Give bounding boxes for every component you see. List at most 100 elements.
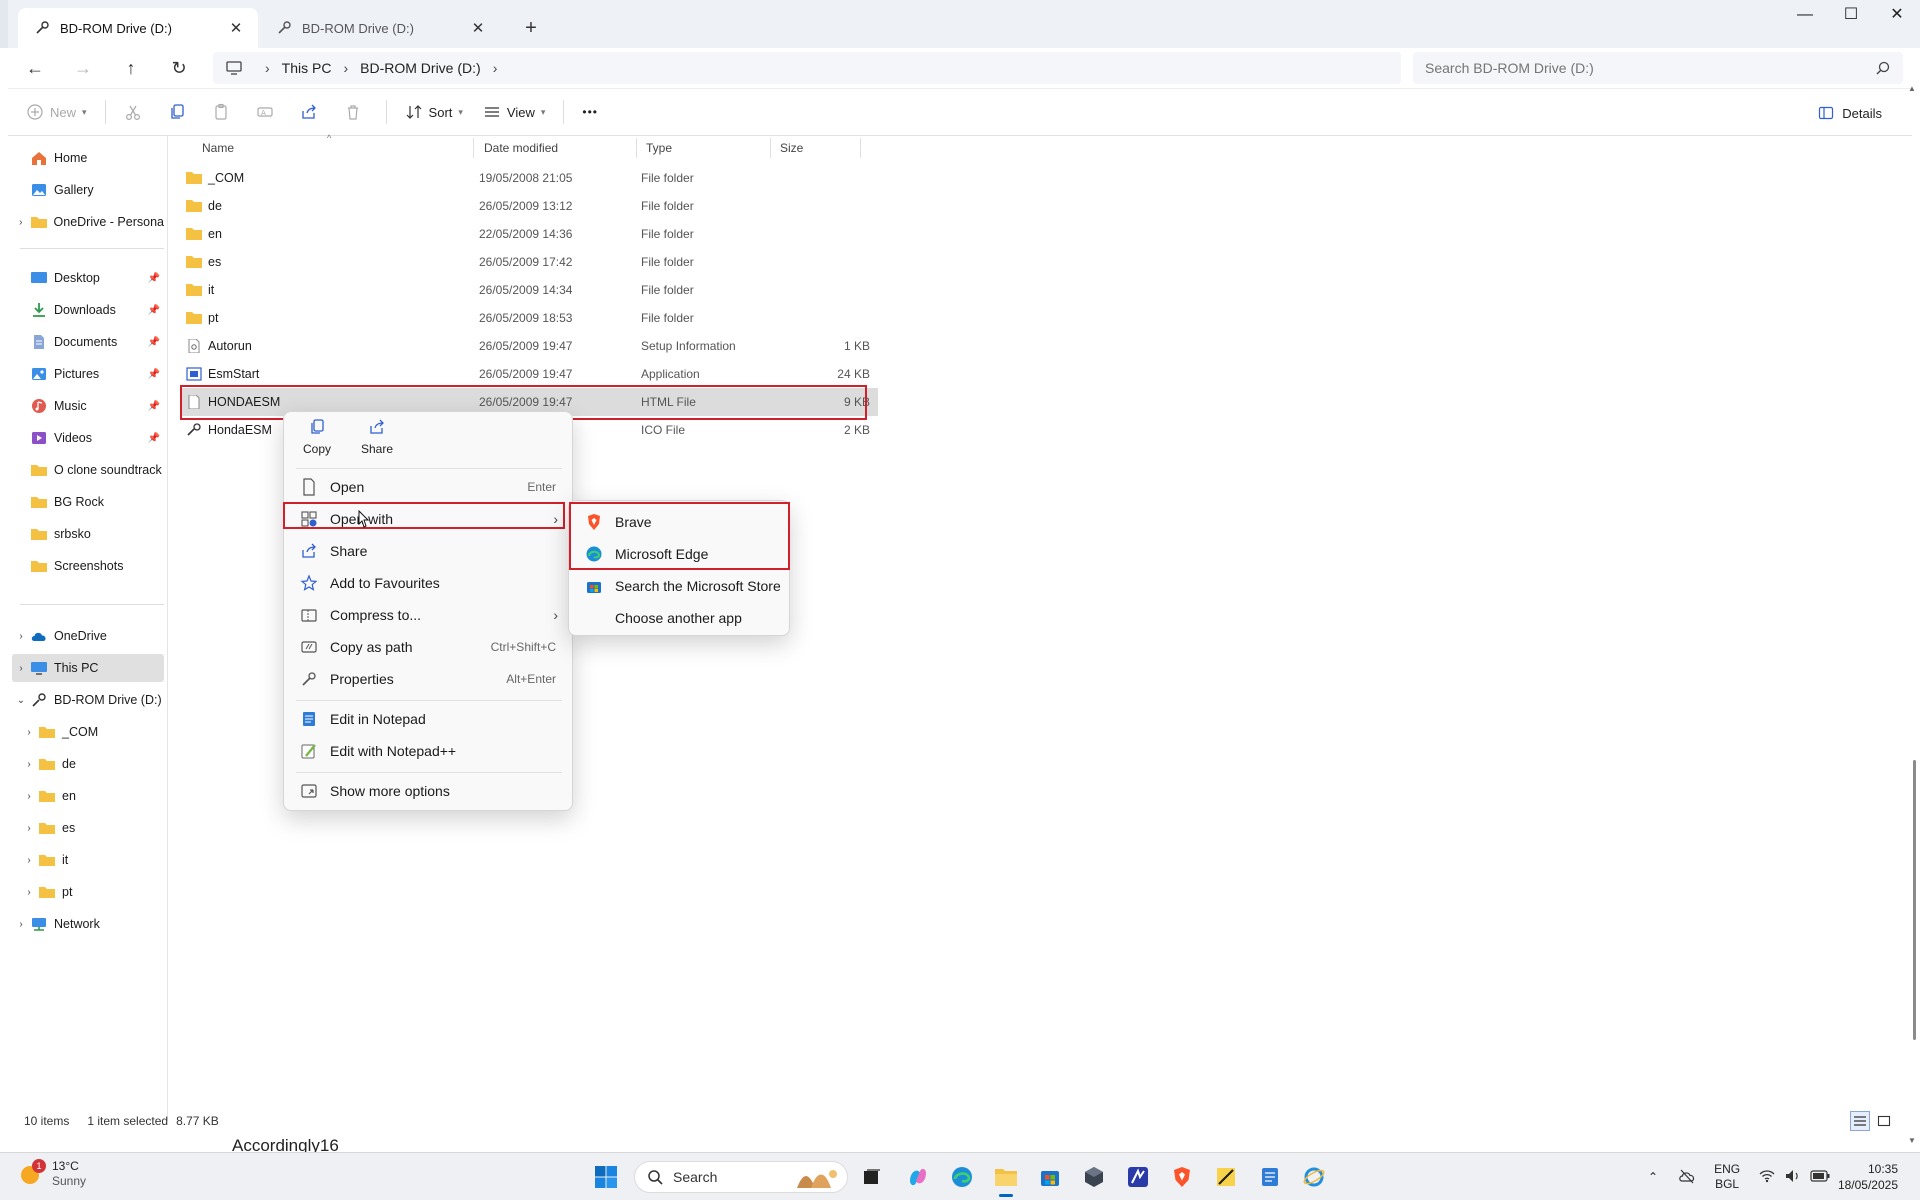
chevron-right-icon[interactable]: › [12,631,30,642]
cube-app[interactable] [1078,1161,1110,1193]
chevron-right-icon[interactable]: › [20,823,38,834]
taskbar-search-box[interactable]: Search [634,1161,848,1193]
sidebar-item-gallery[interactable]: Gallery [12,176,164,204]
sidebar-item-onedrive-personal[interactable]: › OneDrive - Persona [12,208,164,236]
column-divider[interactable] [770,138,771,158]
file-explorer-app[interactable] [990,1161,1022,1197]
minimize-button[interactable]: — [1782,0,1828,32]
sidebar-item-de[interactable]: › de [12,750,164,778]
details-view-button[interactable] [1850,1111,1870,1131]
new-tab-button[interactable]: + [516,14,546,44]
breadcrumb-this-pc[interactable]: This PC [282,60,332,76]
sidebar-item-srbsko[interactable]: srbsko [12,520,164,548]
file-row[interactable]: EsmStart 26/05/2009 19:47 Application 24… [180,360,878,388]
sidebar-item-pt[interactable]: › pt [12,878,164,906]
file-row[interactable]: de 26/05/2009 13:12 File folder [180,192,878,220]
chevron-right-icon[interactable]: › [20,855,38,866]
sidebar-item-com[interactable]: › _COM [12,718,164,746]
open-with-brave[interactable]: Brave [573,507,787,537]
close-tab-icon[interactable]: ✕ [468,19,488,37]
maximize-button[interactable]: ☐ [1828,0,1874,32]
chevron-right-icon[interactable]: › [20,727,38,738]
edge-app[interactable] [946,1161,978,1193]
file-row[interactable]: Autorun 26/05/2009 19:47 Setup Informati… [180,332,878,360]
close-tab-icon[interactable]: ✕ [226,19,246,37]
menu-item-copy-as-path[interactable]: Copy as path Ctrl+Shift+C [288,632,570,662]
chevron-right-icon[interactable]: › [20,759,38,770]
scroll-up-arrow-icon[interactable]: ▲ [1908,84,1916,93]
breadcrumb-bd-rom[interactable]: BD-ROM Drive (D:) [360,60,481,76]
open-with-choose-another-app[interactable]: Choose another app [573,603,787,633]
copy-button[interactable] [158,94,202,130]
breadcrumb-chevron-icon[interactable]: › [493,60,498,76]
menu-item-properties[interactable]: Properties Alt+Enter [288,664,570,694]
clock[interactable]: 10:35 18/05/2025 [1838,1161,1898,1193]
sticky-notes-app[interactable] [1210,1161,1242,1193]
menu-item-show-more-options[interactable]: Show more options [288,776,570,806]
breadcrumb[interactable]: › This PC › BD-ROM Drive (D:) › [213,52,1401,84]
new-button[interactable]: New ▾ [16,94,97,130]
brave-app[interactable] [1166,1161,1198,1193]
menu-item-open[interactable]: Open Enter [288,472,570,502]
sidebar-item-es[interactable]: › es [12,814,164,842]
open-with-search-microsoft-store[interactable]: Search the Microsoft Store [573,571,787,601]
menu-item-share[interactable]: Share [288,536,570,566]
search-box[interactable] [1413,52,1903,84]
back-button[interactable]: ← [20,54,50,82]
refresh-button[interactable]: ↻ [164,54,194,82]
wifi-icon[interactable] [1758,1168,1776,1187]
sidebar-item-bg-rock[interactable]: BG Rock [12,488,164,516]
tab-bd-rom-active[interactable]: BD-ROM Drive (D:) ✕ [18,8,258,48]
sidebar-item-pictures[interactable]: Pictures 📌 [12,360,164,388]
editor-app[interactable] [1122,1161,1154,1193]
task-view-button[interactable] [856,1161,888,1193]
file-row[interactable]: _COM 19/05/2008 21:05 File folder [180,164,878,192]
tab-bd-rom-second[interactable]: BD-ROM Drive (D:) ✕ [260,8,500,48]
breadcrumb-chevron-icon[interactable]: › [265,60,270,76]
scroll-down-arrow-icon[interactable]: ▼ [1908,1136,1916,1145]
menu-item-open-with[interactable]: Open with › [288,504,570,534]
column-header-date[interactable]: Date modified [478,136,634,160]
cut-button[interactable] [114,94,158,130]
column-divider[interactable] [473,138,474,158]
forward-button[interactable]: → [68,54,98,82]
volume-icon[interactable] [1784,1168,1802,1187]
language-indicator[interactable]: ENG BGL [1714,1162,1740,1192]
menu-item-compress-to[interactable]: Compress to... › [288,600,570,630]
column-header-type[interactable]: Type [640,136,770,160]
vertical-scrollbar-thumb[interactable] [1913,760,1916,1040]
search-input[interactable] [1425,60,1875,76]
sidebar-item-o-clone-soundtrack[interactable]: O clone soundtrack [12,456,164,484]
chevron-right-icon[interactable]: › [12,919,30,930]
menu-item-edit-with-notepad-plus-plus[interactable]: Edit with Notepad++ [288,736,570,766]
context-copy-button[interactable]: Copy [292,418,342,456]
notepad-app[interactable] [1254,1161,1286,1193]
file-row[interactable]: pt 26/05/2009 18:53 File folder [180,304,878,332]
sort-button[interactable]: Sort ▾ [395,94,473,130]
sidebar-item-this-pc[interactable]: › This PC [12,654,164,682]
microsoft-store-app[interactable] [1034,1161,1066,1193]
sidebar-item-screenshots[interactable]: Screenshots [12,552,164,580]
internet-explorer-app[interactable] [1298,1161,1330,1193]
menu-item-edit-in-notepad[interactable]: Edit in Notepad [288,704,570,734]
sidebar-item-videos[interactable]: Videos 📌 [12,424,164,452]
show-hidden-icons-chevron-up-icon[interactable]: ⌃ [1648,1170,1658,1184]
sidebar-item-bd-rom-drive[interactable]: ⌄ BD-ROM Drive (D:) [12,686,164,714]
paste-button[interactable] [202,94,246,130]
share-button[interactable] [290,94,334,130]
file-row[interactable]: it 26/05/2009 14:34 File folder [180,276,878,304]
delete-button[interactable] [334,94,378,130]
copilot-app[interactable] [902,1161,934,1193]
column-divider[interactable] [860,138,861,158]
sidebar-item-onedrive[interactable]: › OneDrive [12,622,164,650]
rename-button[interactable]: A [246,94,290,130]
column-header-size[interactable]: Size [774,136,874,160]
start-button[interactable] [590,1161,622,1193]
details-pane-button[interactable]: Details [1818,95,1882,131]
column-divider[interactable] [636,138,637,158]
chevron-right-icon[interactable]: › [12,217,30,228]
sidebar-item-desktop[interactable]: Desktop 📌 [12,264,164,292]
up-button[interactable]: ↑ [116,54,146,82]
breadcrumb-chevron-icon[interactable]: › [343,60,348,76]
context-share-button[interactable]: Share [352,418,402,456]
